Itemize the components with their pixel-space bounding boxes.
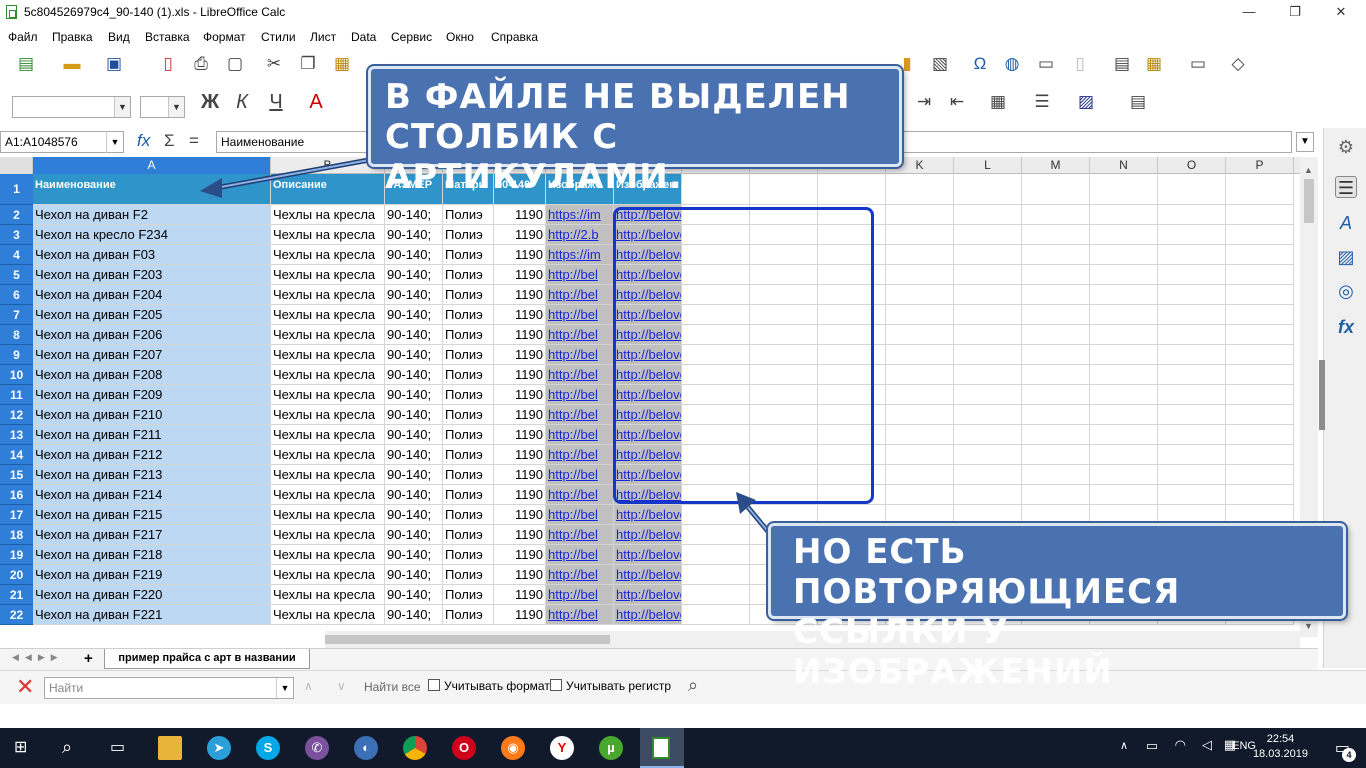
calc-taskbar-icon xyxy=(652,737,670,759)
app-globe-icon[interactable]: ◐ xyxy=(354,736,378,760)
utorrent-icon[interactable]: µ xyxy=(599,736,623,760)
skype-icon[interactable]: S xyxy=(256,736,280,760)
firefox-icon[interactable]: ◉ xyxy=(501,736,525,760)
bottom-callout: НО ЕСТЬ ПОВТОРЯЮЩИЕСЯ ССЫЛКИ У ИЗОБРАЖЕН… xyxy=(768,523,1346,692)
search-icon[interactable]: ⌕ xyxy=(62,737,72,758)
yandex-browser-icon[interactable]: Y xyxy=(550,736,574,760)
libreoffice-calc-window: { "window": { "title": "5c804526979c4_90… xyxy=(0,0,1366,768)
opera-icon[interactable]: O xyxy=(452,736,476,760)
windows-taskbar: ⊞ ⌕ ▭ ➤ S ✆ ◐ O ◉ Y µ ∧ ▭ ◠ ◁ ▦ ENG 22:5… xyxy=(0,728,1366,768)
volume-icon[interactable]: ◁ xyxy=(1202,737,1212,753)
top-callout-line-1: В ФАЙЛЕ НЕ ВЫДЕЛЕН xyxy=(385,77,851,117)
windows-start-icon[interactable]: ⊞ xyxy=(14,739,32,757)
bottom-callout-line-1: НО ЕСТЬ ПОВТОРЯЮЩИЕСЯ xyxy=(793,532,1181,612)
clock-date: 18.03.2019 xyxy=(1252,748,1308,760)
task-view-icon[interactable]: ▭ xyxy=(110,737,125,757)
file-explorer-icon[interactable] xyxy=(158,736,182,760)
telegram-icon[interactable]: ➤ xyxy=(207,736,231,760)
viber-icon[interactable]: ✆ xyxy=(305,736,329,760)
chrome-icon[interactable] xyxy=(403,736,427,760)
battery-icon[interactable]: ▭ xyxy=(1146,738,1158,754)
clock-time: 22:54 xyxy=(1266,733,1295,745)
wifi-icon[interactable]: ◠ xyxy=(1175,737,1186,753)
bottom-callout-line-2: ССЫЛКИ У ИЗОБРАЖЕНИЙ xyxy=(793,612,1113,692)
notification-count: 4 xyxy=(1342,748,1356,762)
active-calc-task[interactable] xyxy=(640,728,684,768)
tray-chevron-icon[interactable]: ∧ xyxy=(1120,739,1128,752)
clock[interactable]: 22:54 18.03.2019 xyxy=(1253,732,1308,762)
top-callout: В ФАЙЛЕ НЕ ВЫДЕЛЕН СТОЛБИК С АРТИКУЛАМИ. xyxy=(368,66,902,197)
top-callout-line-2: СТОЛБИК С АРТИКУЛАМИ. xyxy=(385,117,683,197)
